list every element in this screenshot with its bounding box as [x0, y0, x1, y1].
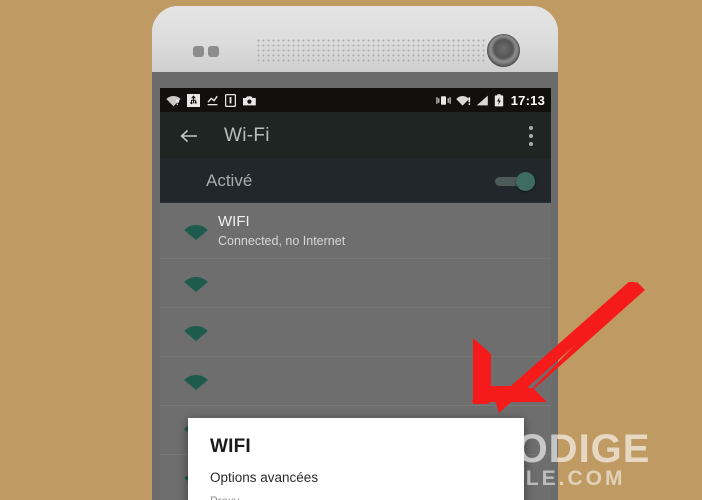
status-bar-left-icons: ?	[166, 93, 257, 107]
list-item-text: WIFI Connected, no Internet	[218, 213, 345, 249]
wifi-signal-icon	[174, 322, 218, 342]
wifi-question-icon: ?	[166, 95, 181, 107]
wifi-signal-icon	[174, 371, 218, 391]
proxy-label: Proxy	[210, 495, 502, 500]
status-bar-right-icons: 17:13	[436, 93, 545, 108]
list-item[interactable]	[160, 357, 551, 406]
wifi-alert-icon	[456, 95, 470, 106]
list-item[interactable]	[160, 259, 551, 308]
status-bar-clock: 17:13	[510, 92, 545, 108]
status-bar: ? 17:13	[160, 88, 551, 112]
wifi-enable-label: Activé	[206, 170, 253, 190]
network-status: Connected, no Internet	[218, 233, 346, 248]
screenshot-canvas: ? 17:13 Wi-Fi Activé WIFI Connected, no …	[0, 0, 702, 500]
wifi-details-dialog: WIFI Options avancées Proxy Aucun Paramè…	[188, 418, 524, 500]
phone-screen: ? 17:13 Wi-Fi Activé WIFI Connected, no …	[160, 88, 551, 500]
wifi-signal-icon	[174, 221, 218, 241]
dialog-title: WIFI	[210, 436, 251, 457]
front-camera-icon	[487, 34, 520, 67]
overflow-menu-icon[interactable]	[529, 125, 533, 146]
proximity-sensor-icon	[193, 46, 223, 57]
battery-charging-icon	[494, 93, 503, 106]
back-arrow-icon[interactable]	[176, 123, 202, 149]
wifi-toggle-switch[interactable]	[495, 171, 535, 191]
proxy-field[interactable]: Proxy Aucun	[188, 485, 524, 500]
download-complete-icon	[207, 95, 218, 105]
phone-top-bezel	[152, 6, 558, 72]
usb-icon	[187, 93, 200, 107]
toggle-thumb	[516, 171, 535, 191]
dialog-subtitle: Options avancées	[210, 470, 319, 485]
screenshot-icon	[243, 95, 256, 105]
list-item[interactable]	[160, 308, 551, 357]
signal-bars-icon	[476, 95, 488, 105]
wifi-network-list: WIFI Connected, no Internet WIFI Options…	[160, 203, 551, 500]
vibrate-icon	[436, 95, 451, 105]
wifi-signal-icon	[174, 273, 218, 293]
network-name: WIFI	[218, 212, 250, 230]
app-bar: Wi-Fi	[160, 112, 551, 159]
wifi-enable-row[interactable]: Activé	[160, 159, 551, 203]
page-title: Wi-Fi	[224, 124, 270, 146]
list-item[interactable]: WIFI Connected, no Internet	[160, 203, 551, 259]
svg-text:?: ?	[175, 100, 179, 107]
sd-card-icon	[225, 93, 236, 107]
earpiece-speaker-icon	[256, 38, 486, 64]
